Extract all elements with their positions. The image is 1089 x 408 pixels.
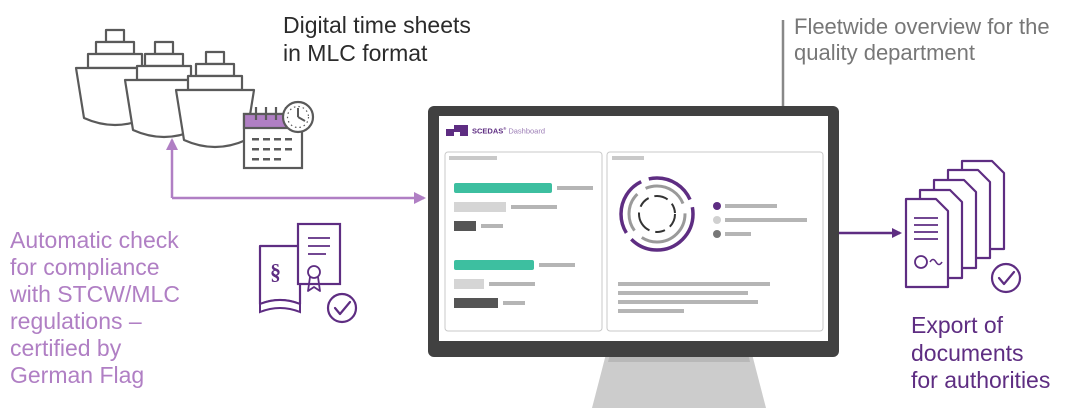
caption-line: for authorities <box>911 367 1051 394</box>
caption-line: Export of <box>911 312 1004 338</box>
ships-icon <box>74 28 256 149</box>
caption-line: Automatic check <box>10 227 179 253</box>
fleet-overview-caption: Fleetwide overview for the quality depar… <box>794 14 1050 67</box>
caption-line: for compliance <box>10 253 160 280</box>
caption-line: German Flag <box>10 361 145 388</box>
documents-stack-icon <box>904 159 1022 294</box>
caption-line: Digital time sheets <box>283 12 471 38</box>
caption-line: Fleetwide overview for the <box>794 14 1050 39</box>
caption-line: with STCW/MLC <box>10 280 180 307</box>
dashboard-panel-left <box>444 151 603 332</box>
caption-line: certified by <box>10 334 122 361</box>
brand-suffix: Dashboard <box>508 126 546 136</box>
caption-line: regulations – <box>10 307 142 334</box>
export-caption: Export of documents for authorities <box>911 312 1050 395</box>
clock-icon <box>281 100 315 134</box>
caption-line: documents <box>911 339 1024 366</box>
caption-line: quality department <box>794 40 975 66</box>
section-mark: § <box>270 259 281 284</box>
brand-name: SCEDAS <box>472 126 504 136</box>
time-sheets-caption: Digital time sheets in MLC format <box>283 12 471 67</box>
dashboard-panel-right <box>606 151 824 332</box>
dashboard-brand: SCEDAS® Dashboard <box>472 126 546 136</box>
caption-line: in MLC format <box>283 39 428 66</box>
compliance-caption: Automatic check for compliance with STCW… <box>10 227 180 388</box>
